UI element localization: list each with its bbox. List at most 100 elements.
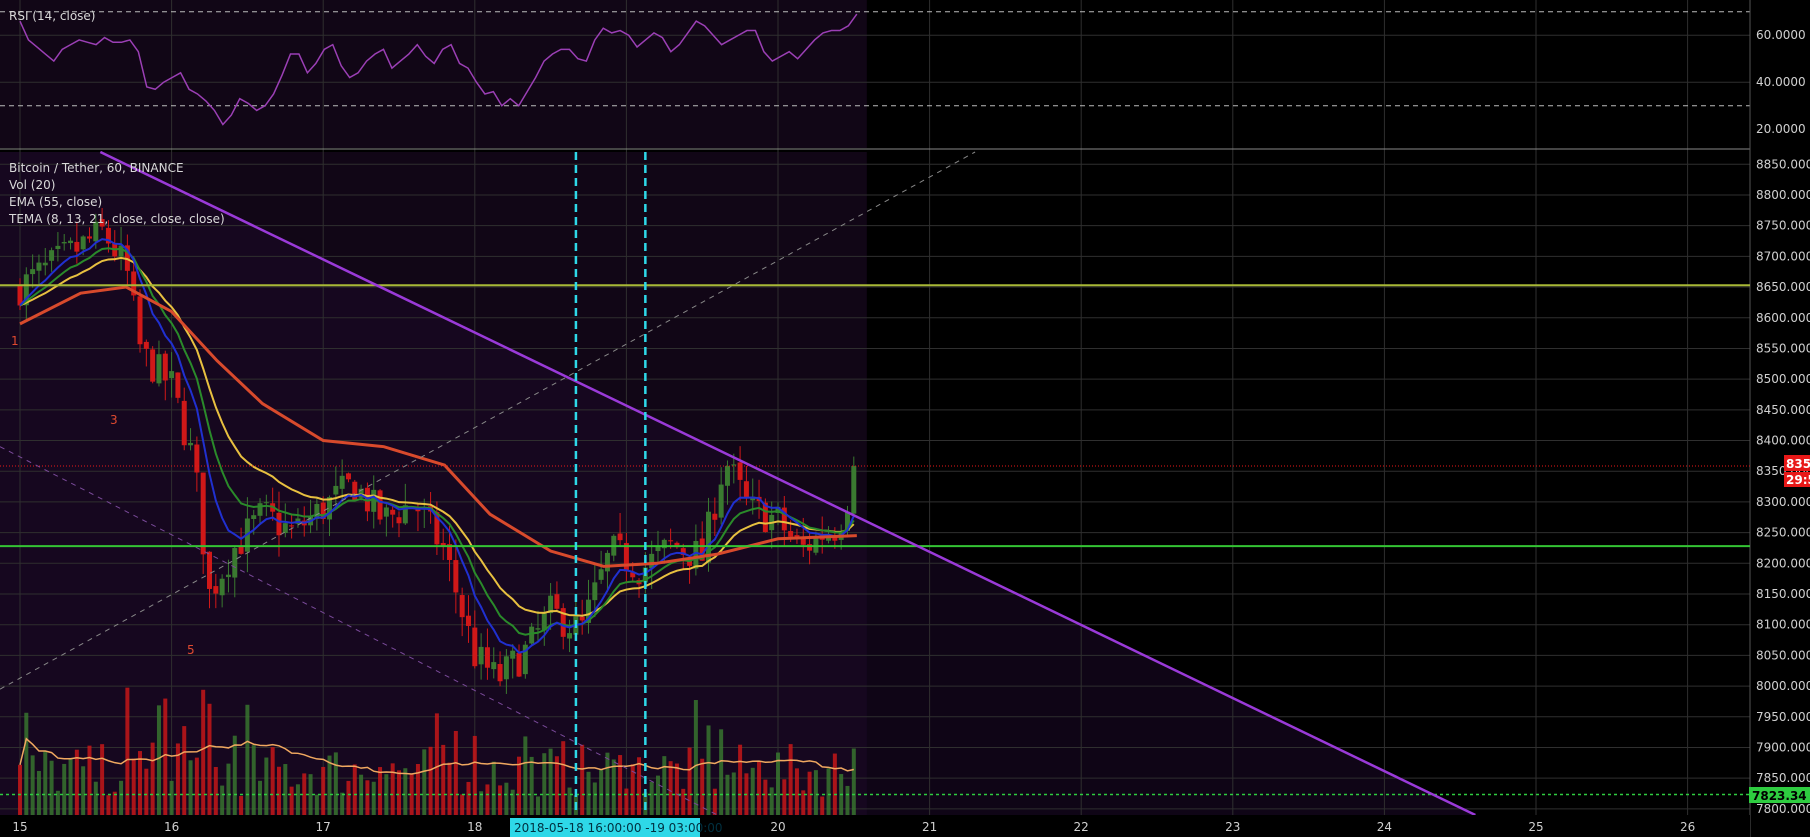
candle-body[interactable] [42,262,48,266]
candle-body[interactable] [282,523,288,533]
candle-body[interactable] [251,515,257,519]
candle-body[interactable] [169,371,175,379]
candle-body[interactable] [200,472,206,555]
candle-body[interactable] [649,553,655,569]
candle-body[interactable] [232,548,238,578]
candle-body[interactable] [74,241,80,252]
volume-bar [668,761,673,815]
volume-bar [794,768,799,815]
candle-body[interactable] [724,465,730,486]
volume-bar [131,758,136,815]
candle-body[interactable] [30,269,36,275]
candle-body[interactable] [623,543,629,572]
candle-body[interactable] [731,464,737,466]
volume-bar [453,730,458,815]
volume-bar [138,751,143,815]
candle-body[interactable] [156,354,162,384]
candle-body[interactable] [352,481,358,501]
candle-body[interactable] [162,353,168,381]
candle-body[interactable] [529,626,535,644]
candle-body[interactable] [263,502,269,504]
candle-body[interactable] [497,664,503,682]
candle-body[interactable] [68,240,74,244]
candle-body[interactable] [289,525,295,527]
candle-body[interactable] [459,595,465,618]
candle-body[interactable] [668,540,674,542]
volume-bar [554,756,559,815]
candle-body[interactable] [510,650,516,659]
candle-body[interactable] [592,582,598,601]
candle-body[interactable] [535,628,541,630]
candle-body[interactable] [49,250,55,261]
legend-ema[interactable]: EMA (55, close) [9,195,102,209]
volume-bar [618,755,623,815]
candle-body[interactable] [61,242,67,244]
candle-body[interactable] [175,372,181,398]
candle-body[interactable] [617,533,623,541]
candle-body[interactable] [188,442,194,446]
candle-body[interactable] [712,513,718,520]
candle-body[interactable] [333,485,339,495]
candle-body[interactable] [339,475,345,489]
trading-chart[interactable]: RSI (14, close) Bitcoin / Tether, 60, BI… [0,0,1810,837]
volume-bar [340,792,345,815]
candle-body[interactable] [194,444,200,473]
candle-body[interactable] [737,462,743,480]
candle-body[interactable] [150,349,156,382]
candle-body[interactable] [604,552,610,572]
candle-body[interactable] [478,646,484,665]
candle-body[interactable] [276,512,282,536]
candle-body[interactable] [143,341,149,349]
candle-body[interactable] [579,616,585,621]
volume-bar [251,745,256,815]
time-tick-label: 18 [467,820,482,834]
volume-bar [788,744,793,815]
legend-volume[interactable]: Vol (20) [9,178,55,192]
candle-body[interactable] [86,236,92,239]
candle-body[interactable] [219,578,225,596]
candle-body[interactable] [238,546,244,554]
candle-body[interactable] [472,627,478,667]
volume-bar [81,766,86,815]
volume-bar [851,748,856,815]
candle-body[interactable] [345,473,351,480]
rsi-legend[interactable]: RSI (14, close) [9,9,95,23]
candle-body[interactable] [516,652,522,677]
candle-body[interactable] [503,656,509,680]
candle-body[interactable] [383,507,389,517]
candle-body[interactable] [181,400,187,446]
candle-body[interactable] [491,662,497,670]
candle-body[interactable] [213,586,219,594]
time-tick-label: 25 [1528,820,1543,834]
candle-body[interactable] [137,296,143,345]
candle-body[interactable] [788,531,794,537]
candle-body[interactable] [390,509,396,515]
candle-body[interactable] [257,503,263,516]
volume-bar [750,767,755,815]
candle-body[interactable] [118,245,124,257]
candle-body[interactable] [567,633,573,639]
candle-body[interactable] [554,594,560,609]
time-axis-bg [0,815,1750,837]
candle-body[interactable] [36,262,42,271]
candle-body[interactable] [396,517,402,524]
volume-bar [150,742,155,815]
legend-tema[interactable]: TEMA (8, 13, 21, close, close, close) [8,212,225,226]
candle-body[interactable] [718,484,724,518]
candle-body[interactable] [55,245,61,250]
candle-body[interactable] [207,551,212,589]
candle-body[interactable] [453,560,459,593]
candle-body[interactable] [80,236,86,250]
price-tick-label: 8550.000 [1756,341,1810,355]
candle-body[interactable] [743,481,749,499]
volume-bar [561,741,566,815]
candle-body[interactable] [484,647,490,668]
candle-body[interactable] [377,490,383,520]
candle-body[interactable] [851,465,857,514]
candle-body[interactable] [225,574,231,578]
volume-bar [314,794,319,815]
candle-body[interactable] [465,615,471,626]
legend-symbol[interactable]: Bitcoin / Tether, 60, BINANCE [9,161,184,175]
price-tick-label: 8250.000 [1756,526,1810,540]
candle-body[interactable] [598,569,604,580]
